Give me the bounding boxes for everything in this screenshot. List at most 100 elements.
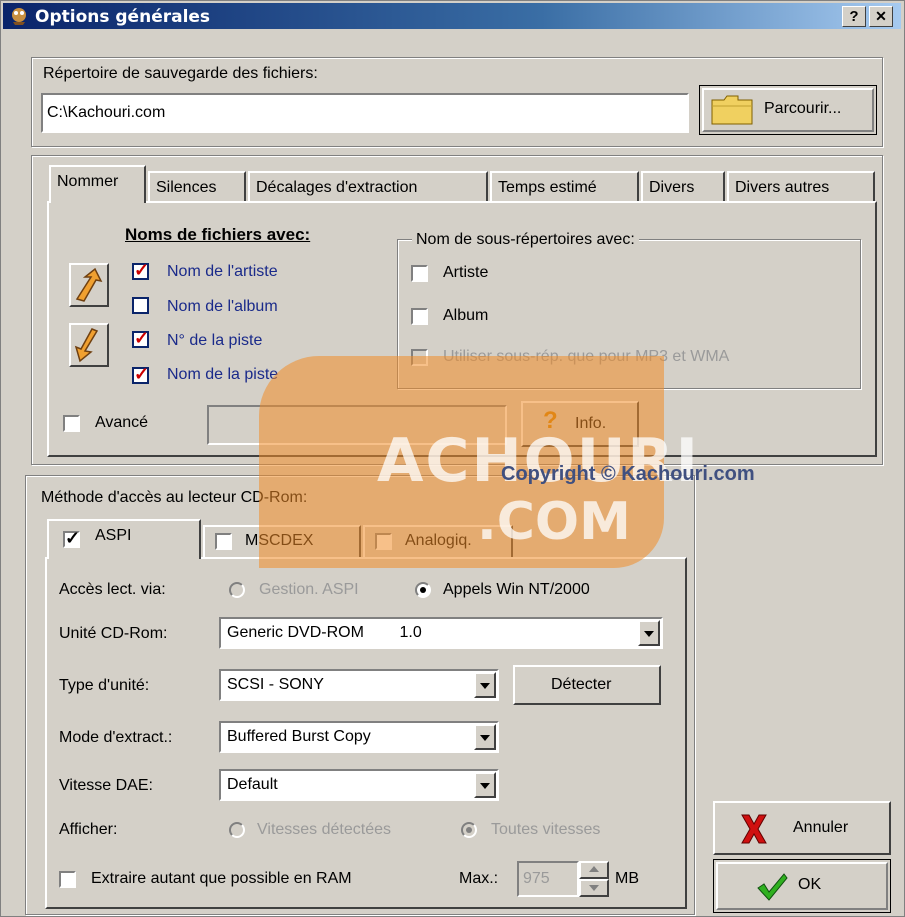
tab-temps-label: Temps estimé	[498, 179, 597, 196]
speed-select[interactable]: Default	[219, 769, 499, 801]
max-input[interactable]: 975	[517, 861, 579, 897]
subdir-album-label: Album	[443, 307, 489, 324]
display-all-label: Toutes vitesses	[491, 821, 601, 838]
subdir-mp3-checkbox[interactable]	[411, 349, 428, 366]
type-select[interactable]: SCSI - SONY	[219, 669, 499, 701]
tab-aspi[interactable]: ✓ ASPI	[47, 519, 201, 559]
save-dir-value: C:\Kachouri.com	[47, 104, 166, 121]
tab-decalages[interactable]: Décalages d'extraction	[248, 171, 488, 205]
chevron-down-icon[interactable]	[638, 620, 660, 646]
detect-button[interactable]: Détecter	[513, 665, 661, 705]
move-up-button[interactable]	[69, 263, 109, 307]
cd-access-legend: Méthode d'accès au lecteur CD-Rom:	[41, 489, 308, 506]
tab-divers[interactable]: Divers	[641, 171, 725, 205]
info-label: Info.	[575, 415, 607, 432]
artist-name-checkbox[interactable]: ✓	[132, 260, 150, 280]
unit-select[interactable]: Generic DVD-ROM 1.0	[219, 617, 663, 649]
display-detected-radio[interactable]	[229, 822, 245, 838]
title-bar[interactable]: Options générales ? ✕	[3, 3, 901, 29]
check-mark-icon: ✓	[134, 260, 150, 280]
unit-label: Unité CD-Rom:	[59, 625, 168, 642]
max-spinner[interactable]	[579, 861, 609, 897]
check-mark-icon: ✓	[134, 364, 150, 384]
browse-label: Parcourir...	[764, 100, 842, 117]
close-button[interactable]: ✕	[869, 6, 893, 27]
access-aspi-label: Gestion. ASPI	[259, 581, 359, 598]
save-dir-field[interactable]: C:\Kachouri.com	[41, 93, 689, 133]
chevron-down-icon[interactable]	[474, 772, 496, 798]
speed-value: Default	[227, 776, 278, 793]
spin-down-button[interactable]	[579, 879, 609, 897]
album-name-label: Nom de l'album	[167, 298, 278, 315]
detect-label: Détecter	[551, 676, 612, 693]
help-button[interactable]: ?	[842, 6, 866, 27]
subdir-legend: Nom de sous-répertoires avec:	[412, 231, 639, 249]
tab-aspi-label: ASPI	[95, 527, 132, 544]
track-name-checkbox[interactable]: ✓	[132, 364, 150, 384]
watermark-copyright: Copyright © Kachouri.com	[501, 463, 755, 485]
check-mark-icon: ✓	[134, 328, 150, 348]
tab-divers-autres[interactable]: Divers autres	[727, 171, 875, 205]
tab-temps-estime[interactable]: Temps estimé	[490, 171, 639, 205]
move-down-button[interactable]	[69, 323, 109, 367]
mode-value: Buffered Burst Copy	[227, 728, 371, 745]
unit-value: Generic DVD-ROM 1.0	[227, 624, 422, 641]
cancel-button[interactable]: Annuler	[713, 801, 891, 855]
tab-silences[interactable]: Silences	[148, 171, 246, 205]
subdir-artist-checkbox[interactable]	[411, 265, 428, 282]
display-all-radio[interactable]	[461, 822, 477, 838]
x-cancel-icon	[741, 814, 767, 844]
subdir-mp3-label: Utiliser sous-rép. que pour MP3 et WMA	[443, 348, 730, 365]
mode-select[interactable]: Buffered Burst Copy	[219, 721, 499, 753]
browse-button[interactable]: Parcourir...	[699, 85, 877, 135]
display-label: Afficher:	[59, 821, 118, 838]
subdir-album-checkbox[interactable]	[411, 308, 428, 325]
naming-heading: Noms de fichiers avec:	[125, 225, 311, 244]
mscdex-checkbox[interactable]	[215, 533, 232, 550]
max-label: Max.:	[459, 870, 499, 887]
access-nt-label: Appels Win NT/2000	[443, 581, 590, 598]
advanced-field[interactable]	[207, 405, 507, 445]
tab-mscdex-label: MSCDEX	[245, 532, 314, 549]
tab-decalages-label: Décalages d'extraction	[256, 179, 418, 196]
tab-nommer[interactable]: Nommer	[49, 165, 146, 203]
arrow-down-icon	[74, 328, 99, 363]
type-label: Type d'unité:	[59, 677, 150, 694]
chevron-down-icon[interactable]	[474, 724, 496, 750]
info-button[interactable]: ? Info.	[521, 401, 639, 447]
ram-checkbox[interactable]	[59, 871, 76, 888]
ok-button[interactable]: OK	[713, 859, 891, 913]
album-name-checkbox[interactable]	[132, 297, 149, 314]
advanced-label: Avancé	[95, 414, 149, 431]
tab-mscdex[interactable]: MSCDEX	[203, 525, 361, 559]
mb-label: MB	[615, 870, 639, 887]
tab-divers-label: Divers	[649, 179, 695, 196]
advanced-checkbox[interactable]	[63, 415, 80, 432]
arrow-up-icon	[75, 267, 103, 302]
track-number-checkbox[interactable]: ✓	[132, 328, 150, 348]
window-title: Options générales	[35, 7, 211, 27]
tab-analogiq-label: Analogiq.	[405, 532, 472, 549]
artist-name-label: Nom de l'artiste	[167, 263, 278, 280]
options-dialog: Options générales ? ✕ Répertoire de sauv…	[0, 0, 905, 917]
ram-label: Extraire autant que possible en RAM	[91, 870, 352, 887]
checkmark-icon	[757, 873, 788, 901]
spin-up-button[interactable]	[579, 861, 609, 879]
folder-icon	[711, 95, 753, 125]
type-value: SCSI - SONY	[227, 676, 324, 693]
speed-label: Vitesse DAE:	[59, 777, 153, 794]
analogiq-checkbox[interactable]	[375, 533, 392, 550]
save-dir-label: Répertoire de sauvegarde des fichiers:	[43, 65, 318, 82]
check-mark-icon: ✓	[65, 528, 81, 548]
access-aspi-radio[interactable]	[229, 582, 245, 598]
tab-analogiq[interactable]: Analogiq.	[363, 525, 513, 559]
question-icon: ?	[543, 407, 558, 434]
chevron-down-icon[interactable]	[474, 672, 496, 698]
cancel-label: Annuler	[793, 819, 849, 836]
spin-up-icon	[589, 866, 599, 872]
track-name-label: Nom de la piste	[167, 366, 279, 383]
track-number-label: N° de la piste	[167, 332, 263, 349]
access-nt-radio[interactable]	[415, 582, 431, 598]
tab-divers-autres-label: Divers autres	[735, 179, 830, 196]
spin-down-icon	[589, 885, 599, 891]
